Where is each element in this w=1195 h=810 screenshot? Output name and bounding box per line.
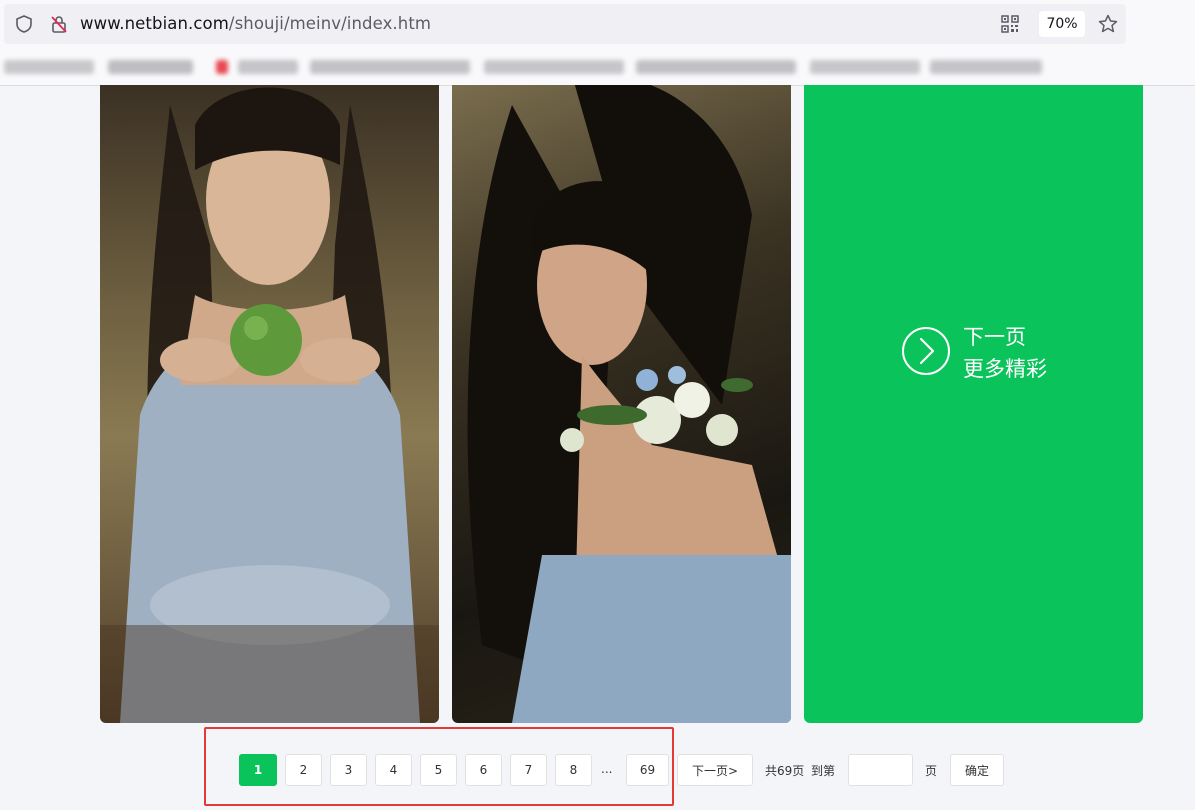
bookmark-item[interactable] <box>930 60 1042 74</box>
url-text[interactable]: www.netbian.com/shouji/meinv/index.htm <box>80 14 431 33</box>
wallpaper-thumbnail[interactable] <box>452 85 791 723</box>
bookmark-item[interactable] <box>810 60 920 74</box>
total-pages-label: 共69页 <box>765 764 805 778</box>
wallpaper-thumbnail[interactable] <box>100 85 439 723</box>
page-button-3[interactable]: 3 <box>330 754 367 786</box>
bookmark-item[interactable] <box>484 60 624 74</box>
bookmark-item[interactable] <box>216 60 228 74</box>
next-page-button[interactable]: 下一页> <box>677 754 753 786</box>
url-host: www.netbian.com <box>80 14 229 33</box>
bookmarks-bar <box>0 52 1195 82</box>
goto-label: 到第 <box>811 764 836 778</box>
address-bar[interactable]: www.netbian.com/shouji/meinv/index.htm 7… <box>4 4 1126 44</box>
bookmark-item[interactable] <box>238 60 298 74</box>
page-button-1[interactable]: 1 <box>239 754 277 786</box>
confirm-button[interactable]: 确定 <box>950 754 1004 786</box>
zoom-level-button[interactable]: 70% <box>1039 11 1085 37</box>
insecure-lock-icon[interactable] <box>48 13 70 35</box>
page-button-2[interactable]: 2 <box>285 754 322 786</box>
goto-page-input[interactable] <box>848 754 913 786</box>
bookmark-item[interactable] <box>636 60 796 74</box>
next-page-line1: 下一页 <box>963 325 1026 349</box>
star-icon[interactable] <box>1096 12 1120 36</box>
page-button-7[interactable]: 7 <box>510 754 547 786</box>
wallpaper-image <box>100 87 439 723</box>
page-button-5[interactable]: 5 <box>420 754 457 786</box>
next-page-prompt[interactable]: 下一页 更多精彩 <box>901 321 1047 385</box>
page-suffix-label: 页 <box>925 764 938 778</box>
qr-code-icon[interactable] <box>999 13 1021 35</box>
pagination: 1 2 3 4 5 6 7 8 ... 69 下一页> 共69页 到第 页 确定 <box>0 754 1195 788</box>
wallpaper-image <box>467 85 791 723</box>
bookmark-item[interactable] <box>310 60 470 74</box>
page-button-6[interactable]: 6 <box>465 754 502 786</box>
next-page-card[interactable]: 下一页 更多精彩 <box>804 85 1143 723</box>
next-page-text: 下一页 更多精彩 <box>963 321 1047 385</box>
page-button-4[interactable]: 4 <box>375 754 412 786</box>
next-page-line2: 更多精彩 <box>963 357 1047 381</box>
bookmark-item[interactable] <box>4 60 94 74</box>
url-path: /shouji/meinv/index.htm <box>228 14 432 33</box>
page-button-8[interactable]: 8 <box>555 754 592 786</box>
pagination-ellipsis: ... <box>601 762 613 776</box>
chevron-right-circle-icon <box>901 326 951 380</box>
page-button-last[interactable]: 69 <box>626 754 669 786</box>
browser-toolbar: www.netbian.com/shouji/meinv/index.htm 7… <box>0 0 1195 86</box>
bookmark-item[interactable] <box>108 60 193 74</box>
shield-icon[interactable] <box>13 13 35 35</box>
